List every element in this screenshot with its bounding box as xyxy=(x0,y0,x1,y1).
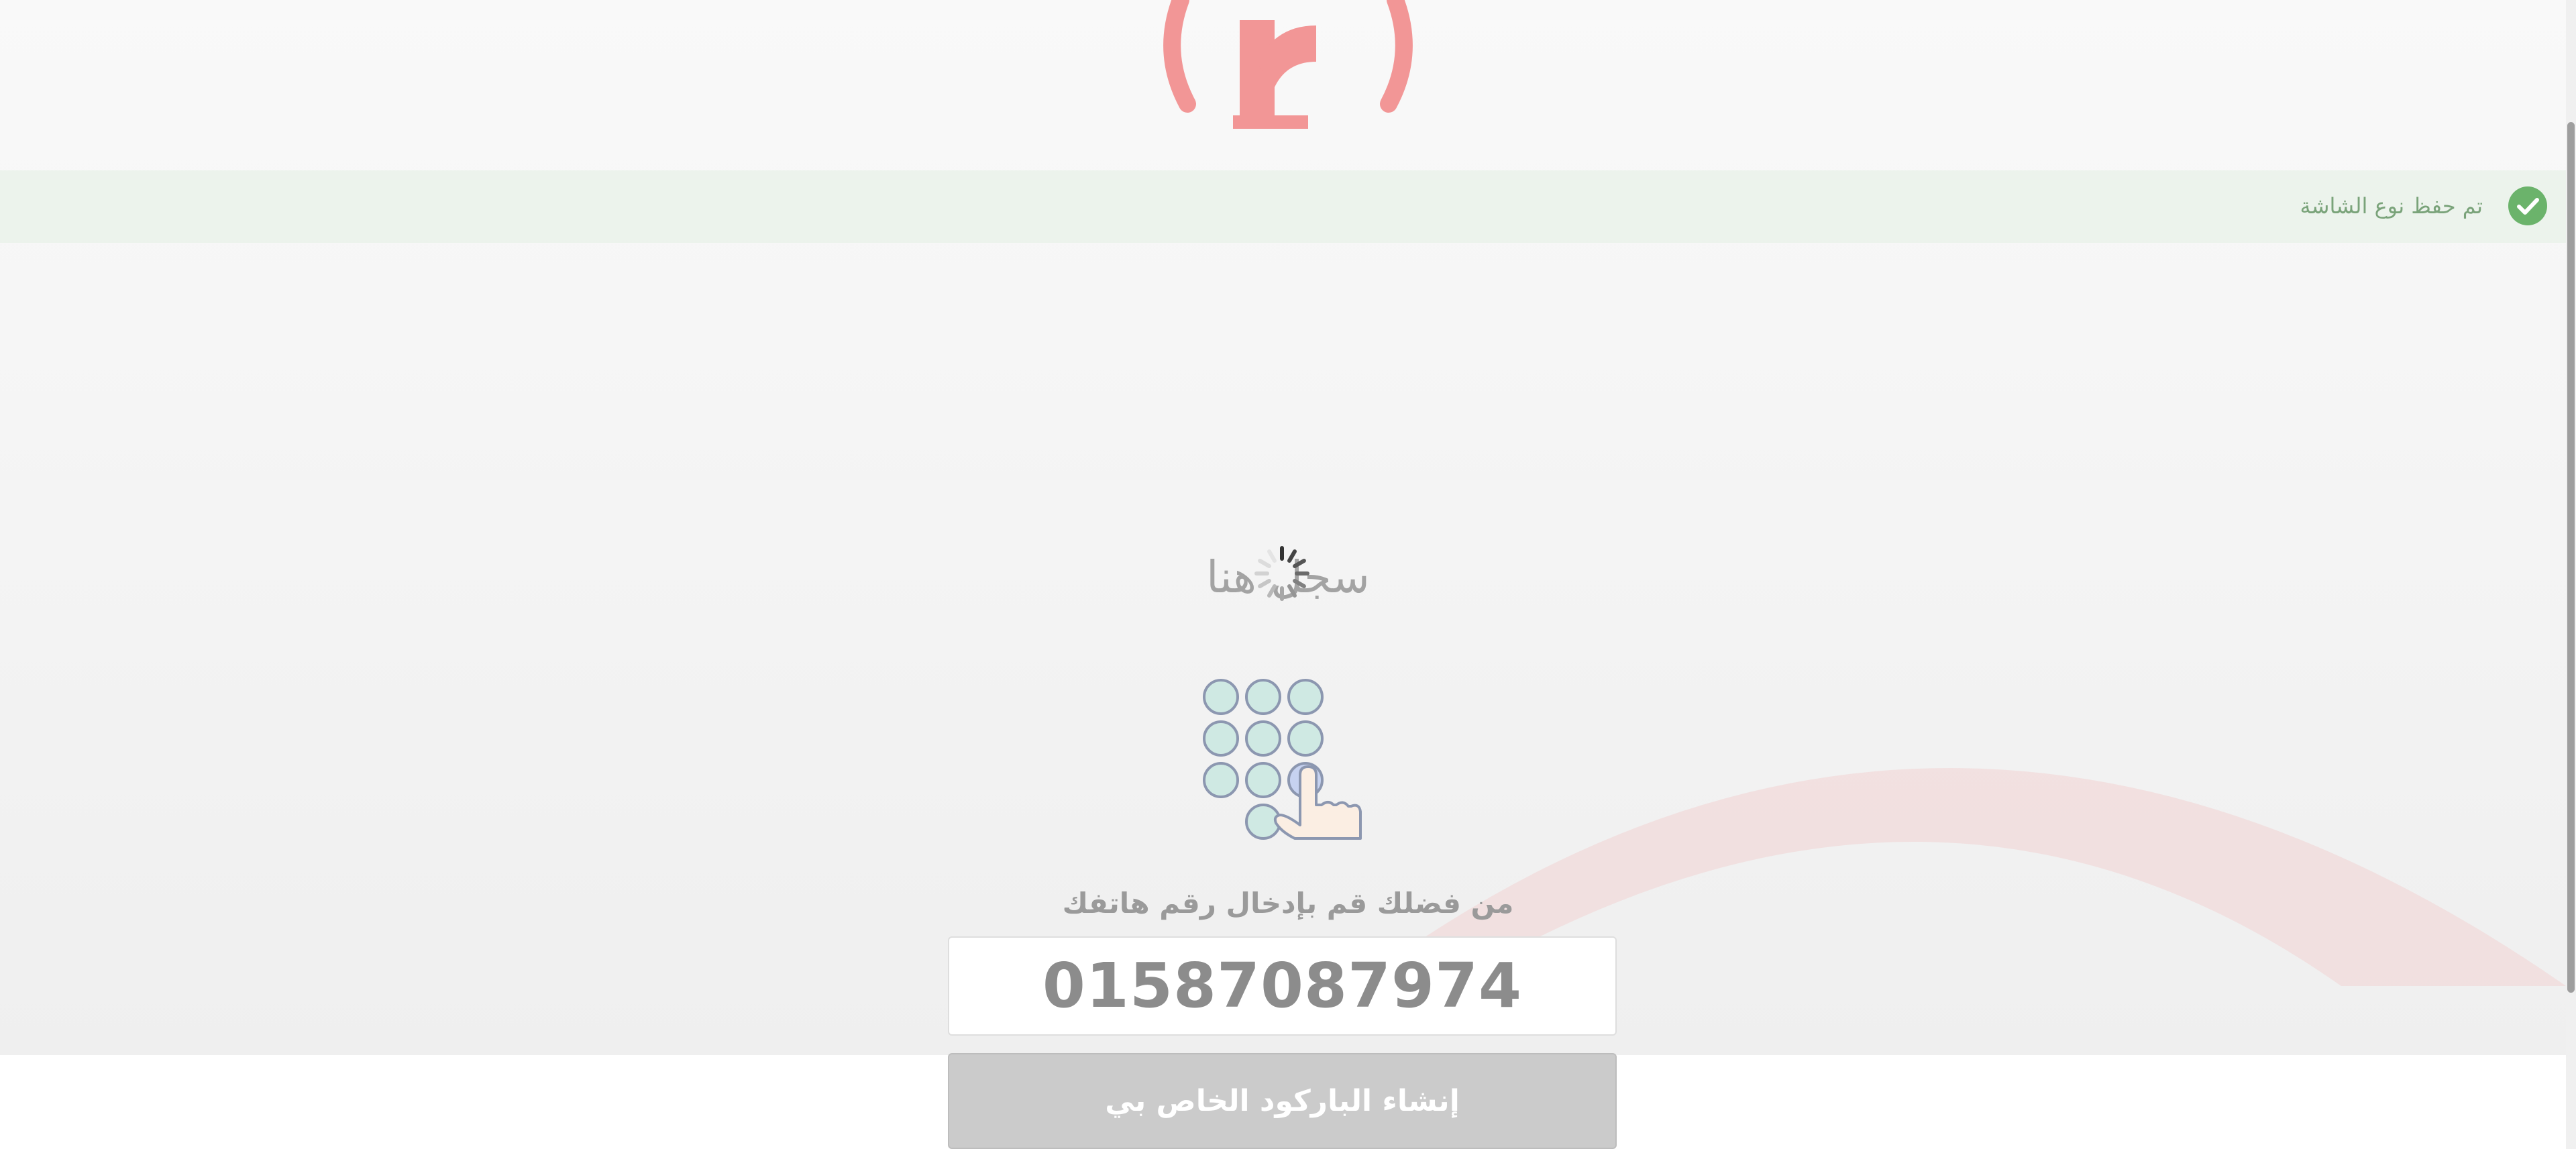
brand-logo-icon xyxy=(1163,0,1413,129)
phone-number-input[interactable]: 01587087974 xyxy=(948,936,1617,1036)
keypad-hand-icon xyxy=(1203,679,1362,840)
scrollbar-thumb[interactable] xyxy=(2567,122,2575,993)
check-circle-icon xyxy=(2508,186,2547,225)
page-background: تم حفظ نوع الشاشة سجل هنا من فضلك قم بإد… xyxy=(0,0,2566,1055)
create-barcode-button[interactable]: إنشاء الباركود الخاص بي xyxy=(948,1053,1617,1149)
toast-message: تم حفظ نوع الشاشة xyxy=(2300,193,2483,219)
toast-notification: تم حفظ نوع الشاشة xyxy=(0,170,2566,243)
spinner-icon xyxy=(1254,546,1309,601)
phone-prompt: من فضلك قم بإدخال رقم هاتفك xyxy=(1062,887,1514,920)
